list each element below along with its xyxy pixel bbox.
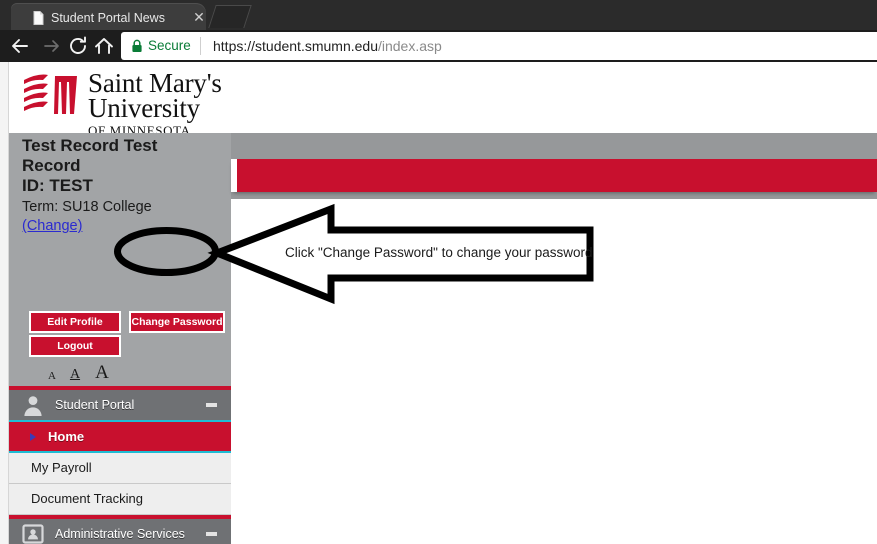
change-password-button[interactable]: Change Password: [129, 311, 225, 333]
site-header: Saint Mary's University OF MINNESOTA: [9, 62, 877, 138]
font-size-large-button[interactable]: A: [93, 363, 111, 383]
edit-profile-button[interactable]: Edit Profile: [29, 311, 121, 333]
browser-tab-title: Student Portal News: [51, 11, 165, 25]
user-info-panel: Test Record Test Record ID: TEST Term: S…: [9, 133, 231, 386]
sidebar-item-my-payroll[interactable]: My Payroll: [9, 453, 231, 484]
url-host-part: https://student.smumn.edu: [213, 38, 378, 54]
sidebar-group-label: Student Portal: [55, 398, 135, 412]
saint-marys-shield-icon: [22, 72, 80, 118]
sidebar-item-document-tracking[interactable]: Document Tracking: [9, 484, 231, 515]
logout-button[interactable]: Logout: [29, 335, 121, 357]
sidebar-item-home[interactable]: Home: [9, 422, 231, 453]
content-red-banner: [231, 159, 877, 192]
font-size-medium-button[interactable]: A: [67, 367, 83, 382]
reload-icon[interactable]: [66, 34, 90, 58]
sidebar-group-label: Administrative Services: [55, 527, 185, 541]
user-name: Test Record Test Record: [22, 136, 158, 175]
sidebar-nav: Student Portal Home My Payroll Document …: [9, 386, 231, 544]
minus-icon[interactable]: [206, 532, 217, 536]
sidebar-group-administrative-services[interactable]: Administrative Services: [9, 515, 231, 544]
home-icon[interactable]: [92, 34, 116, 58]
tab-strip: Student Portal News ✕: [0, 0, 877, 30]
browser-tab[interactable]: Student Portal News ✕: [11, 3, 206, 30]
page-viewport: Saint Mary's University OF MINNESOTA Tes…: [0, 62, 877, 544]
callout-text: Click "Change Password" to change your p…: [285, 245, 593, 260]
sidebar-item-label: Home: [48, 429, 85, 444]
sidebar-item-label: Document Tracking: [31, 491, 143, 506]
sidebar-item-label: My Payroll: [31, 460, 92, 475]
term-label: Term: SU18 College: [22, 199, 152, 215]
main-content: [231, 133, 877, 544]
site-logo-wordmark: Saint Mary's University OF MINNESOTA: [88, 66, 268, 139]
change-term-link[interactable]: (Change): [22, 217, 82, 236]
logo-line-2: University: [88, 93, 200, 123]
browser-chrome: Student Portal News ✕ Secure https://stu…: [0, 0, 877, 62]
office-building-icon: [21, 522, 45, 544]
security-status-label: Secure: [148, 38, 191, 53]
font-size-controls: A A A: [45, 363, 125, 387]
close-icon[interactable]: ✕: [192, 10, 206, 24]
user-id: ID: TEST: [22, 176, 93, 195]
new-tab-button[interactable]: [208, 5, 252, 28]
url-text[interactable]: https://student.smumn.edu/index.asp: [213, 36, 442, 56]
page-left-gutter: [0, 62, 9, 544]
sidebar-group-student-portal[interactable]: Student Portal: [9, 386, 231, 422]
omnibox-divider: [200, 37, 201, 55]
forward-arrow-icon[interactable]: [40, 34, 64, 58]
back-arrow-icon[interactable]: [8, 34, 32, 58]
lock-icon: [131, 39, 143, 53]
minus-icon[interactable]: [206, 403, 217, 407]
site-logo[interactable]: Saint Mary's University OF MINNESOTA: [22, 70, 262, 138]
user-avatar-icon: [21, 393, 45, 417]
logo-line-1: Saint Mary's: [88, 68, 222, 98]
url-path-part: /index.asp: [377, 38, 442, 54]
sidebar: Test Record Test Record ID: TEST Term: S…: [9, 133, 231, 544]
chevron-right-icon: [30, 433, 36, 441]
address-bar[interactable]: Secure https://student.smumn.edu/index.a…: [121, 32, 877, 60]
page-icon: [33, 11, 44, 25]
font-size-small-button[interactable]: A: [45, 370, 59, 382]
